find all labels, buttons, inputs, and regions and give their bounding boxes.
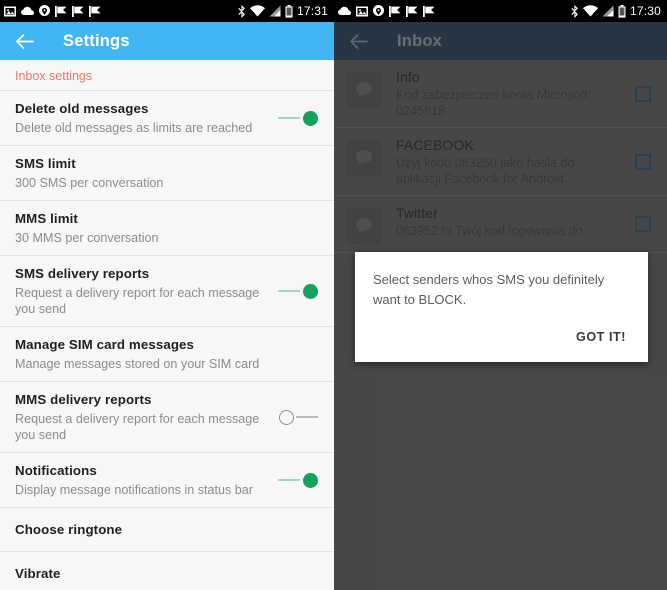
avatar: [346, 208, 382, 244]
message-checkbox[interactable]: [635, 85, 651, 102]
inbox-app-bar: Inbox: [334, 22, 667, 60]
back-arrow-icon[interactable]: [348, 31, 369, 52]
setting-row-vibrate[interactable]: Vibrate: [0, 551, 334, 590]
setting-row-mms-delivery-reports[interactable]: MMS delivery reports Request a delivery …: [0, 381, 334, 452]
photo-icon: [356, 6, 368, 17]
status-bar-clock: 17:30: [629, 4, 661, 18]
message-body: Info Kod zabezpieczeń konta Microsoft: 0…: [382, 68, 655, 119]
flag-icon: [55, 5, 67, 17]
chat-bubble-icon: [356, 150, 372, 166]
setting-subtitle: Delete old messages as limits are reache…: [15, 121, 253, 135]
flag-icon: [72, 5, 84, 17]
message-checkbox[interactable]: [635, 216, 651, 232]
message-body: FACEBOOK Użyj kodu 083250 jako hasła do …: [382, 136, 655, 187]
flag-icon: [406, 5, 418, 17]
setting-row-sms-delivery-reports[interactable]: SMS delivery reports Request a delivery …: [0, 255, 334, 326]
cellular-signal-icon: [602, 5, 614, 17]
avatar: [346, 72, 382, 108]
setting-subtitle: Request a delivery report for each messa…: [15, 412, 260, 442]
back-arrow-icon[interactable]: [14, 31, 35, 52]
message-sender: Twitter: [396, 205, 438, 221]
avatar: [346, 140, 382, 176]
status-bar-right: 17:30: [334, 0, 667, 22]
setting-subtitle: Manage messages stored on your SIM card: [15, 357, 260, 371]
battery-icon: [285, 4, 293, 18]
setting-title: SMS delivery reports: [15, 266, 150, 281]
inbox-screen: 17:30 Inbox Info Kod zabezpieczeń konta …: [334, 0, 667, 590]
toggle-mms-delivery-reports[interactable]: [278, 408, 318, 426]
setting-title: Delete old messages: [15, 101, 149, 116]
setting-row-notifications[interactable]: Notifications Display message notificati…: [0, 452, 334, 507]
message-body: Twitter 063952 to Twój kod logowania do: [382, 204, 655, 239]
setting-row-mms-limit[interactable]: MMS limit 30 MMS per conversation: [0, 200, 334, 255]
bluetooth-icon: [571, 4, 579, 18]
battery-icon: [618, 4, 626, 18]
toggle-delete-old-messages[interactable]: [278, 109, 318, 127]
location-icon: [39, 5, 50, 17]
cloud-icon: [21, 6, 34, 16]
flag-icon: [389, 5, 401, 17]
message-checkbox[interactable]: [635, 153, 651, 170]
setting-subtitle: Display message notifications in status …: [15, 483, 253, 497]
chat-bubble-icon: [356, 82, 372, 98]
message-preview: 063952 to Twój kod logowania do: [396, 224, 583, 238]
setting-row-choose-ringtone[interactable]: Choose ringtone: [0, 507, 334, 551]
setting-subtitle: 300 SMS per conversation: [15, 176, 164, 190]
toggle-notifications[interactable]: [278, 471, 318, 489]
message-sender: Info: [396, 69, 420, 85]
chat-bubble-icon: [356, 218, 372, 234]
info-dialog: Select senders whos SMS you definitely w…: [355, 252, 648, 362]
location-icon: [373, 5, 384, 17]
wifi-icon: [249, 5, 265, 17]
status-bar-notification-icons: [4, 5, 101, 17]
setting-title: Manage SIM card messages: [15, 337, 195, 352]
status-bar-system-icons: 17:31: [238, 0, 328, 22]
message-sender: FACEBOOK: [396, 137, 474, 153]
setting-row-manage-sim-card-messages[interactable]: Manage SIM card messages Manage messages…: [0, 326, 334, 381]
status-bar-clock: 17:31: [296, 4, 328, 18]
setting-title: SMS limit: [15, 156, 76, 171]
photo-icon: [4, 6, 16, 17]
message-row-facebook[interactable]: FACEBOOK Użyj kodu 083250 jako hasła do …: [334, 128, 667, 196]
message-row-info[interactable]: Info Kod zabezpieczeń konta Microsoft: 0…: [334, 60, 667, 128]
setting-title: Notifications: [15, 463, 97, 478]
status-bar-system-icons: 17:30: [571, 0, 661, 22]
settings-screen: 17:31 Settings Inbox settings Delete old…: [0, 0, 334, 590]
settings-app-bar: Settings: [0, 22, 334, 60]
setting-row-delete-old-messages[interactable]: Delete old messages Delete old messages …: [0, 90, 334, 145]
setting-title: MMS delivery reports: [15, 392, 152, 407]
setting-row-sms-limit[interactable]: SMS limit 300 SMS per conversation: [0, 145, 334, 200]
setting-title: MMS limit: [15, 211, 78, 226]
dialog-actions: GOT IT!: [373, 310, 630, 352]
message-row-twitter[interactable]: Twitter 063952 to Twój kod logowania do: [334, 196, 667, 253]
status-bar-left: 17:31: [0, 0, 334, 22]
flag-icon: [89, 5, 101, 17]
got-it-button[interactable]: GOT IT!: [572, 328, 630, 346]
setting-subtitle: Request a delivery report for each messa…: [15, 286, 260, 316]
flag-icon: [423, 5, 435, 17]
message-list: Info Kod zabezpieczeń konta Microsoft: 0…: [334, 60, 667, 253]
setting-subtitle: 30 MMS per conversation: [15, 231, 159, 245]
message-preview: Kod zabezpieczeń konta Microsoft: 024581…: [396, 88, 592, 118]
dual-screenshot-container: 17:31 Settings Inbox settings Delete old…: [0, 0, 667, 590]
page-title: Inbox: [397, 31, 442, 50]
toggle-sms-delivery-reports[interactable]: [278, 282, 318, 300]
section-header-inbox-settings: Inbox settings: [0, 60, 334, 90]
dialog-message: Select senders whos SMS you definitely w…: [373, 272, 605, 307]
setting-title: Vibrate: [15, 566, 61, 581]
settings-list: Delete old messages Delete old messages …: [0, 90, 334, 590]
bluetooth-icon: [238, 4, 246, 18]
status-bar-notification-icons: [338, 5, 435, 17]
cloud-icon: [338, 6, 351, 16]
page-title: Settings: [63, 31, 130, 50]
cellular-signal-icon: [269, 5, 281, 17]
setting-title: Choose ringtone: [15, 522, 123, 537]
message-preview: Użyj kodu 083250 jako hasła do aplikacji…: [396, 156, 575, 186]
wifi-icon: [582, 5, 598, 17]
